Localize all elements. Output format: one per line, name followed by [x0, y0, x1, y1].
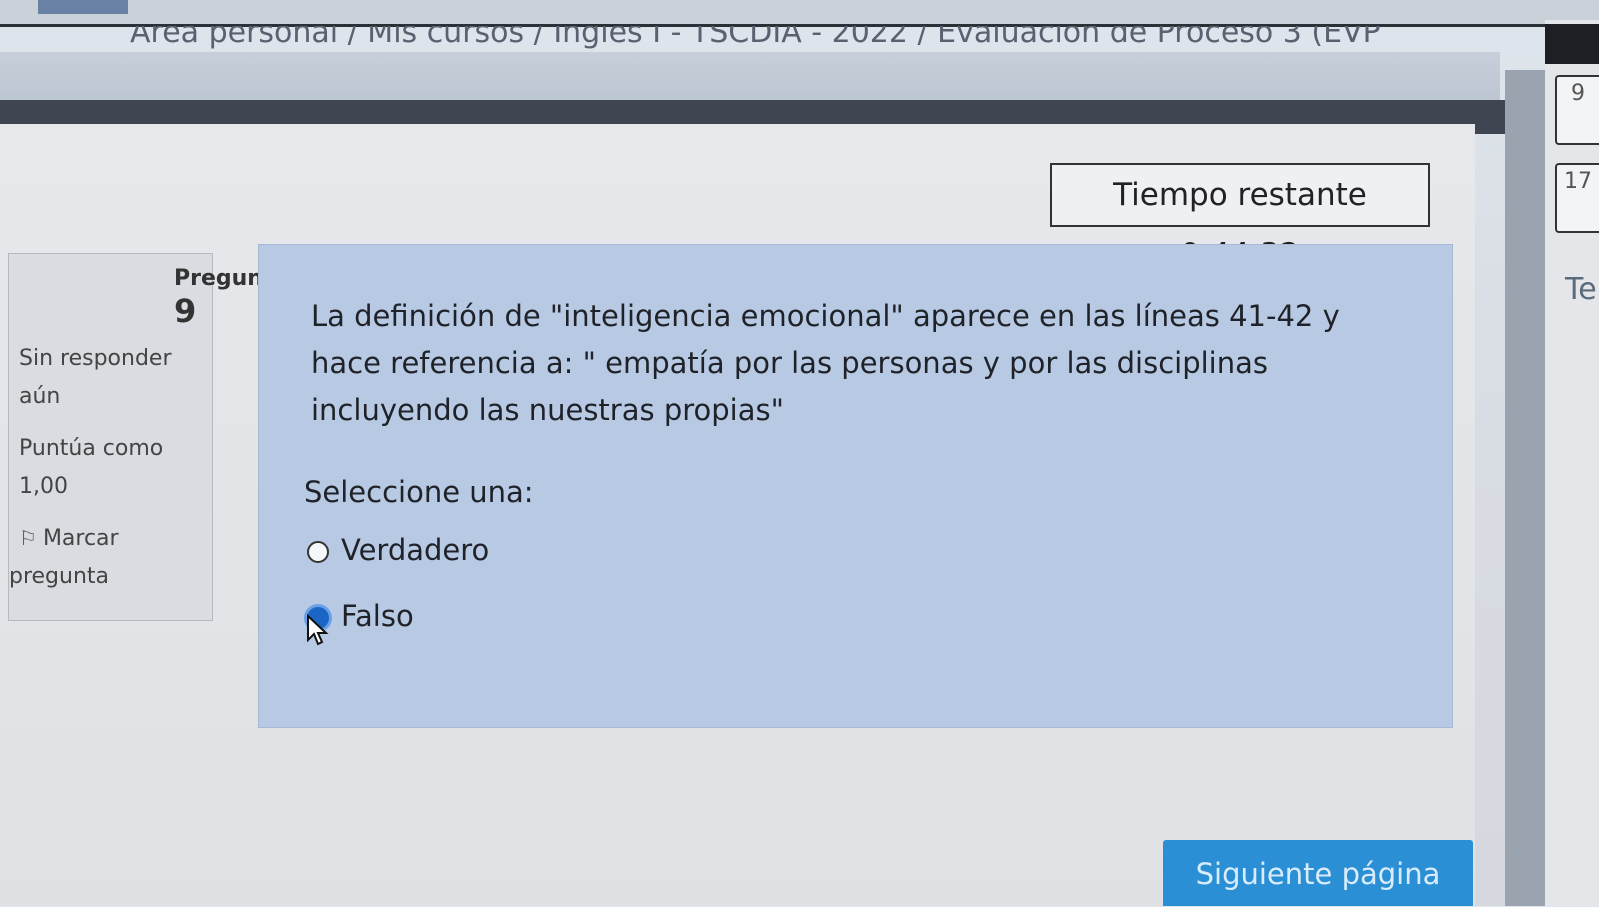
question-status-cont: aún	[19, 384, 61, 409]
option-true[interactable]: Verdadero	[307, 533, 489, 573]
flag-question-link[interactable]: ⚐ Marcar	[19, 526, 119, 551]
question-status: Sin responder	[19, 346, 172, 371]
question-panel: La definición de "inteligencia emocional…	[258, 244, 1453, 728]
header-band	[0, 52, 1500, 102]
question-text: La definición de "inteligencia emocional…	[311, 299, 1340, 427]
flag-label-cont[interactable]: pregunta	[9, 564, 109, 589]
select-prompt: Seleccione una:	[304, 475, 534, 509]
quiz-nav-partial-text: Te	[1565, 272, 1597, 307]
quiz-nav-button[interactable]: 17	[1555, 163, 1599, 233]
flag-label: Marcar	[42, 526, 119, 551]
flag-icon: ⚐	[19, 526, 37, 550]
question-score-value: 1,00	[19, 474, 68, 499]
quiz-nav-button[interactable]: 9	[1555, 75, 1599, 145]
right-gutter	[1505, 70, 1545, 906]
next-page-button[interactable]: Siguiente página	[1163, 840, 1473, 906]
mouse-cursor-icon	[307, 614, 329, 646]
option-false-label[interactable]: Falso	[341, 599, 414, 633]
timer-display: Tiempo restante 0:44:32	[1050, 163, 1430, 273]
quiz-navigation-panel	[1545, 20, 1599, 906]
question-info-panel: Pregun 9 Sin responder aún Puntúa como 1…	[8, 253, 263, 621]
top-bar	[0, 0, 1599, 27]
site-logo[interactable]	[38, 0, 128, 14]
quiz-navigation-header	[1545, 24, 1599, 64]
question-number: 9	[174, 292, 197, 330]
question-label: Pregun	[174, 266, 263, 291]
option-true-label[interactable]: Verdadero	[341, 533, 489, 567]
question-score-label: Puntúa como	[19, 436, 164, 461]
radio-true[interactable]	[307, 541, 329, 563]
